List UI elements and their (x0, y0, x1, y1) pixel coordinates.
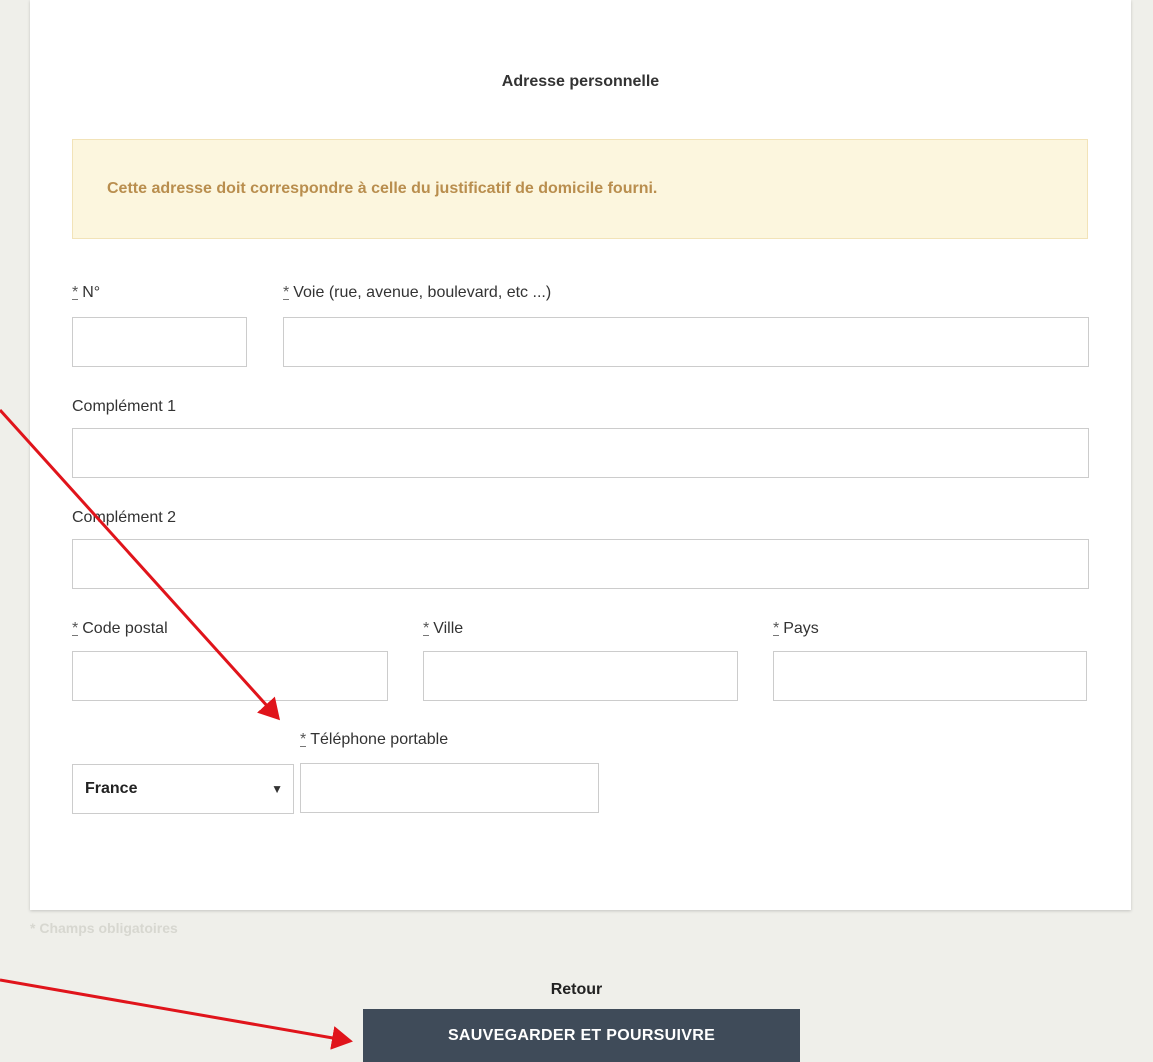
numero-input[interactable] (72, 317, 247, 367)
country-code-select[interactable]: France ▼ (72, 764, 294, 814)
complement2-label: Complément 2 (72, 509, 177, 526)
ville-label: * Ville (423, 620, 464, 637)
code-postal-input[interactable] (72, 651, 388, 701)
country-code-value: France (85, 780, 138, 797)
required-marker: * (72, 284, 79, 301)
required-marker: * (773, 620, 780, 637)
complement1-input[interactable] (72, 428, 1089, 478)
pays-input[interactable] (773, 651, 1087, 701)
alert-text: Cette adresse doit correspondre à celle … (107, 180, 658, 197)
back-link[interactable]: Retour (0, 981, 1153, 999)
telephone-label: * Téléphone portable (300, 731, 449, 748)
complement2-input[interactable] (72, 539, 1089, 589)
dropdown-arrow-icon: ▼ (271, 782, 283, 796)
required-fields-note: * Champs obligatoires (30, 920, 178, 936)
required-marker: * (72, 620, 79, 637)
ville-input[interactable] (423, 651, 738, 701)
complement1-label: Complément 1 (72, 398, 177, 415)
address-form-card: Adresse personnelle Cette adresse doit c… (30, 0, 1131, 910)
info-alert: Cette adresse doit correspondre à celle … (72, 139, 1088, 239)
code-postal-label: * Code postal (72, 620, 168, 637)
telephone-input[interactable] (300, 763, 599, 813)
required-marker: * (300, 731, 307, 748)
required-marker: * (423, 620, 430, 637)
numero-label: * N° (72, 284, 101, 301)
pays-label: * Pays (773, 620, 819, 637)
save-and-continue-button[interactable]: SAUVEGARDER ET POURSUIVRE (363, 1009, 800, 1062)
voie-input[interactable] (283, 317, 1089, 367)
required-marker: * (283, 284, 290, 301)
section-title: Adresse personnelle (501, 73, 660, 90)
voie-label: * Voie (rue, avenue, boulevard, etc ...) (283, 284, 552, 301)
